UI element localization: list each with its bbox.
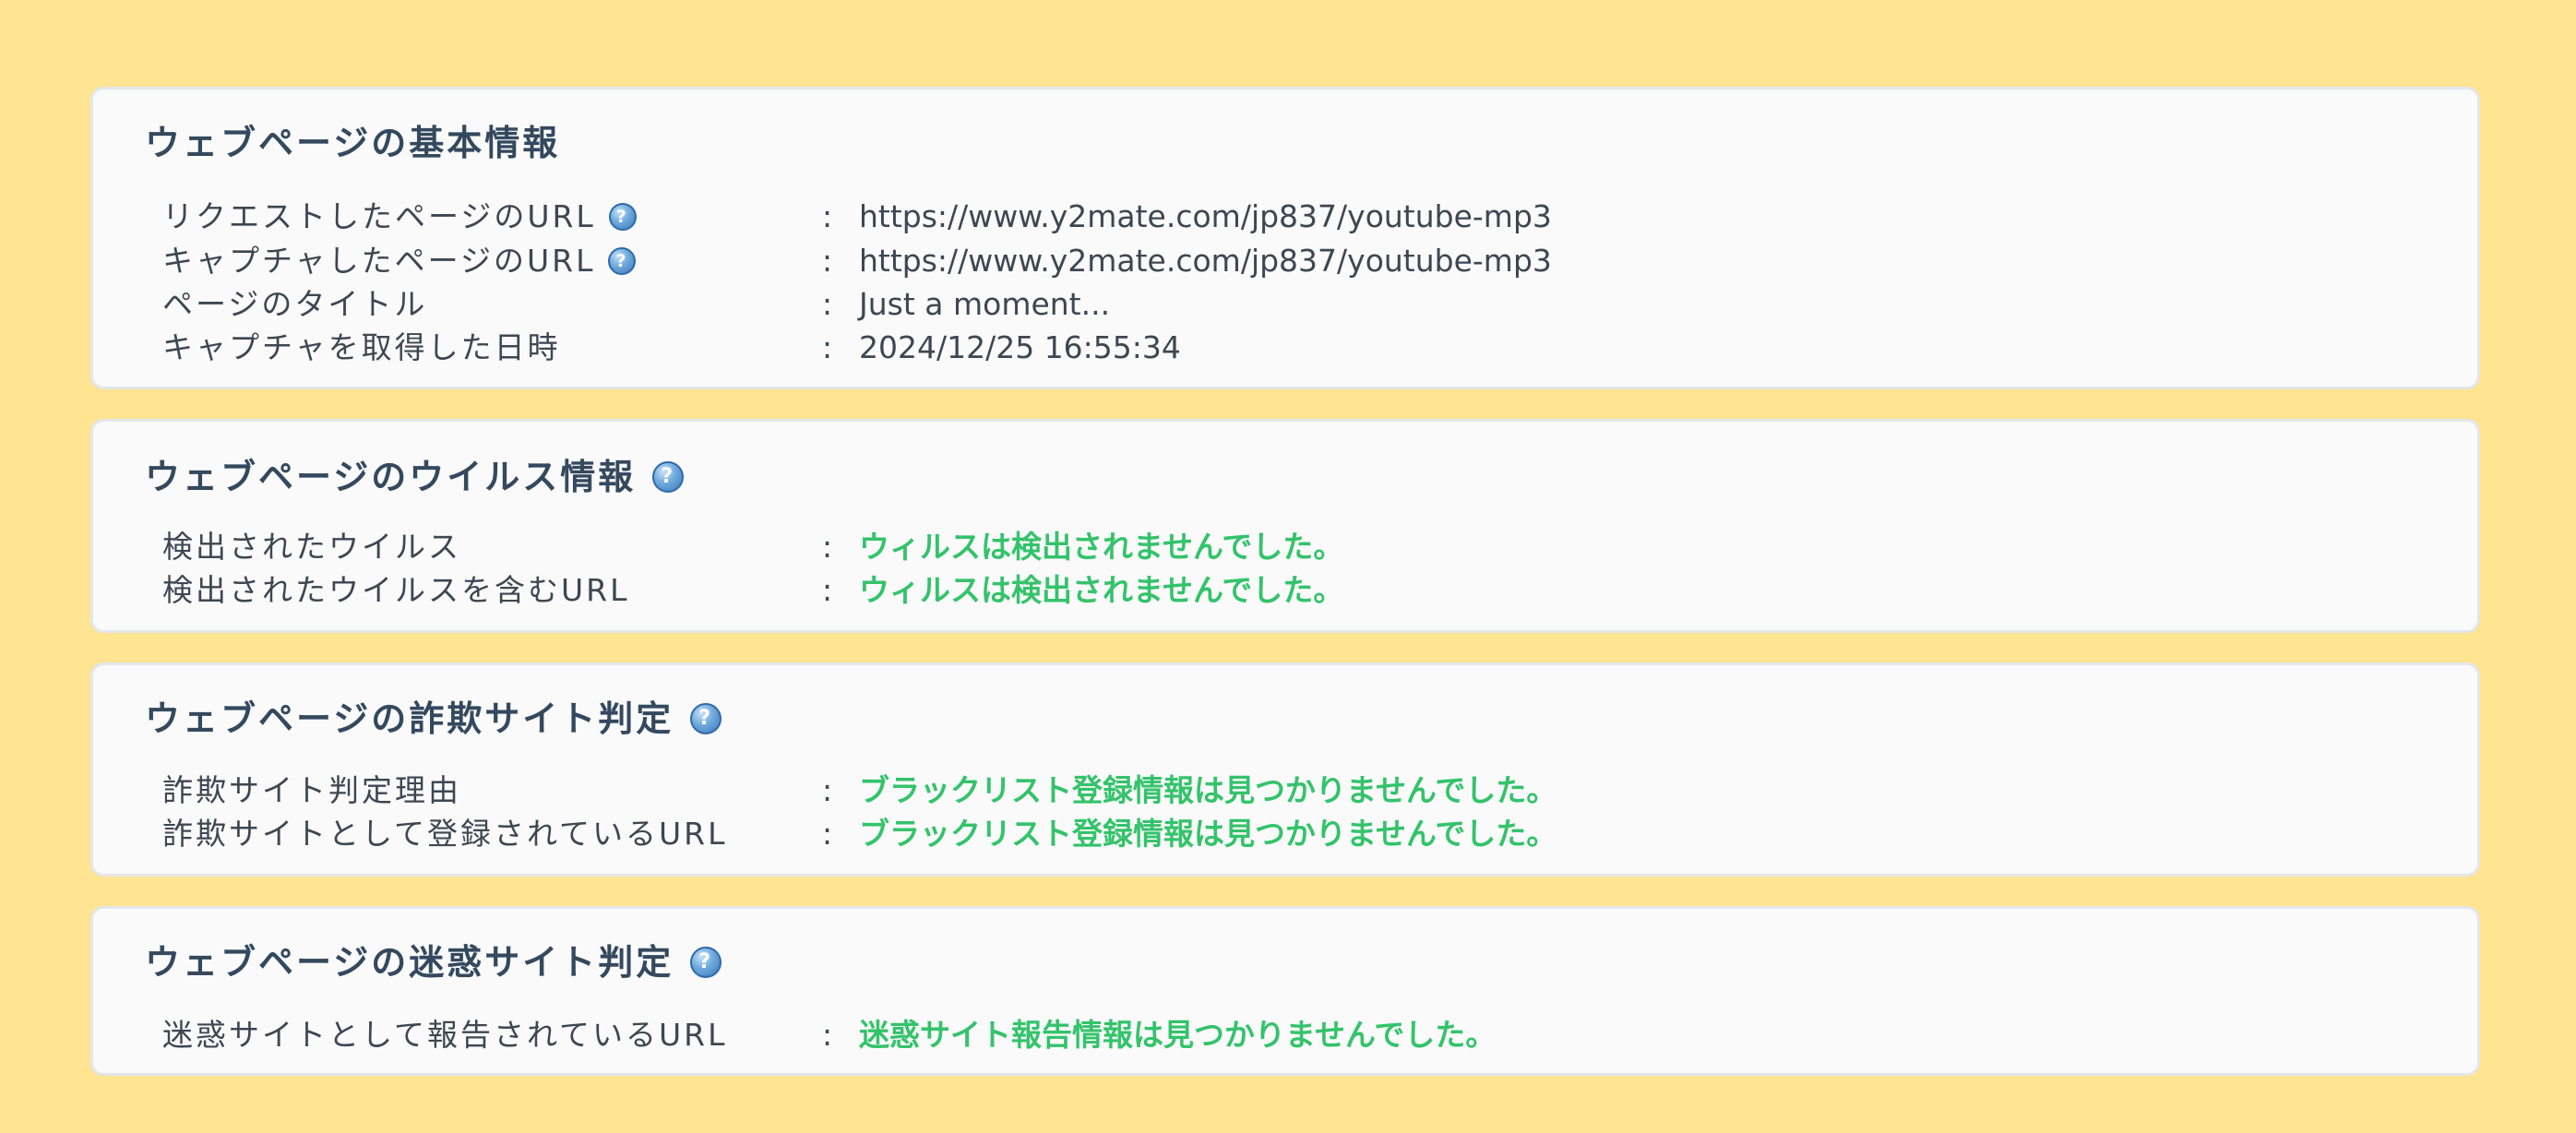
info-row-fraud-url: 詐欺サイトとして登録されているURL : ブラックリスト登録情報は見つかりません… xyxy=(162,813,2423,855)
info-row-requested-url: リクエストしたページのURL ? : https://www.y2mate.co… xyxy=(162,196,2423,238)
row-label: 詐欺サイト判定理由 xyxy=(162,772,461,808)
help-icon[interactable]: ? xyxy=(690,947,722,978)
row-label: キャプチャを取得した日時 xyxy=(162,329,561,365)
separator: : xyxy=(822,1017,833,1053)
separator: : xyxy=(822,772,833,808)
row-label: 迷惑サイトとして報告されているURL xyxy=(162,1017,728,1053)
section-title: ウェブページの詐欺サイト判定 ? xyxy=(145,697,722,741)
status-text-ok: ウィルスは検出されませんでした。 xyxy=(859,529,1344,565)
help-icon[interactable]: ? xyxy=(608,247,637,275)
row-label: 検出されたウイルスを含むURL xyxy=(162,572,630,608)
row-label: リクエストしたページのURL xyxy=(162,198,596,234)
separator: : xyxy=(822,529,833,565)
section-title: ウェブページの基本情報 xyxy=(145,123,561,163)
separator: : xyxy=(822,572,833,608)
status-text-ok: ウィルスは検出されませんでした。 xyxy=(859,572,1344,608)
help-icon[interactable]: ? xyxy=(690,703,722,734)
virus-info-card: ウェブページのウイルス情報 ? 検出されたウイルス : ウィルスは検出されません… xyxy=(90,419,2480,633)
info-row-captured-url: キャプチャしたページのURL ? : https://www.y2mate.co… xyxy=(162,240,2423,282)
capture-datetime-value: 2024/12/25 16:55:34 xyxy=(859,329,1181,365)
info-row-capture-datetime: キャプチャを取得した日時 : 2024/12/25 16:55:34 xyxy=(162,327,2423,369)
info-row-detected-virus: 検出されたウイルス : ウィルスは検出されませんでした。 xyxy=(162,526,2423,568)
row-label: キャプチャしたページのURL xyxy=(162,243,596,279)
help-icon[interactable]: ? xyxy=(608,203,637,231)
info-row-fraud-reason: 詐欺サイト判定理由 : ブラックリスト登録情報は見つかりませんでした。 xyxy=(162,769,2423,812)
nuisance-site-card: ウェブページの迷惑サイト判定 ? 迷惑サイトとして報告されているURL : 迷惑… xyxy=(90,906,2480,1076)
fraud-site-card: ウェブページの詐欺サイト判定 ? 詐欺サイト判定理由 : ブラックリスト登録情報… xyxy=(90,662,2480,877)
requested-url-value: https://www.y2mate.com/jp837/youtube-mp3 xyxy=(859,198,1552,234)
separator: : xyxy=(822,286,833,322)
row-label: 詐欺サイトとして登録されているURL xyxy=(162,816,728,852)
captured-url-value: https://www.y2mate.com/jp837/youtube-mp3 xyxy=(859,243,1552,279)
page-title-value: Just a moment... xyxy=(859,286,1111,322)
separator: : xyxy=(822,243,833,279)
separator: : xyxy=(822,198,833,234)
section-title: ウェブページのウイルス情報 ? xyxy=(145,455,685,499)
section-title: ウェブページの迷惑サイト判定 ? xyxy=(145,940,722,984)
info-row-page-title: ページのタイトル : Just a moment... xyxy=(162,283,2423,326)
status-text-ok: ブラックリスト登録情報は見つかりませんでした。 xyxy=(859,816,1557,852)
basic-info-card: ウェブページの基本情報 リクエストしたページのURL ? : https://w… xyxy=(90,87,2480,389)
help-icon[interactable]: ? xyxy=(652,461,685,493)
info-row-nuisance-url: 迷惑サイトとして報告されているURL : 迷惑サイト報告情報は見つかりませんでし… xyxy=(162,1014,2423,1056)
separator: : xyxy=(822,816,833,852)
status-text-ok: 迷惑サイト報告情報は見つかりませんでした。 xyxy=(859,1017,1497,1053)
row-label: 検出されたウイルス xyxy=(162,529,461,565)
separator: : xyxy=(822,329,833,365)
info-row-virus-url: 検出されたウイルスを含むURL : ウィルスは検出されませんでした。 xyxy=(162,569,2423,612)
row-label: ページのタイトル xyxy=(162,286,428,322)
status-text-ok: ブラックリスト登録情報は見つかりませんでした。 xyxy=(859,772,1557,808)
